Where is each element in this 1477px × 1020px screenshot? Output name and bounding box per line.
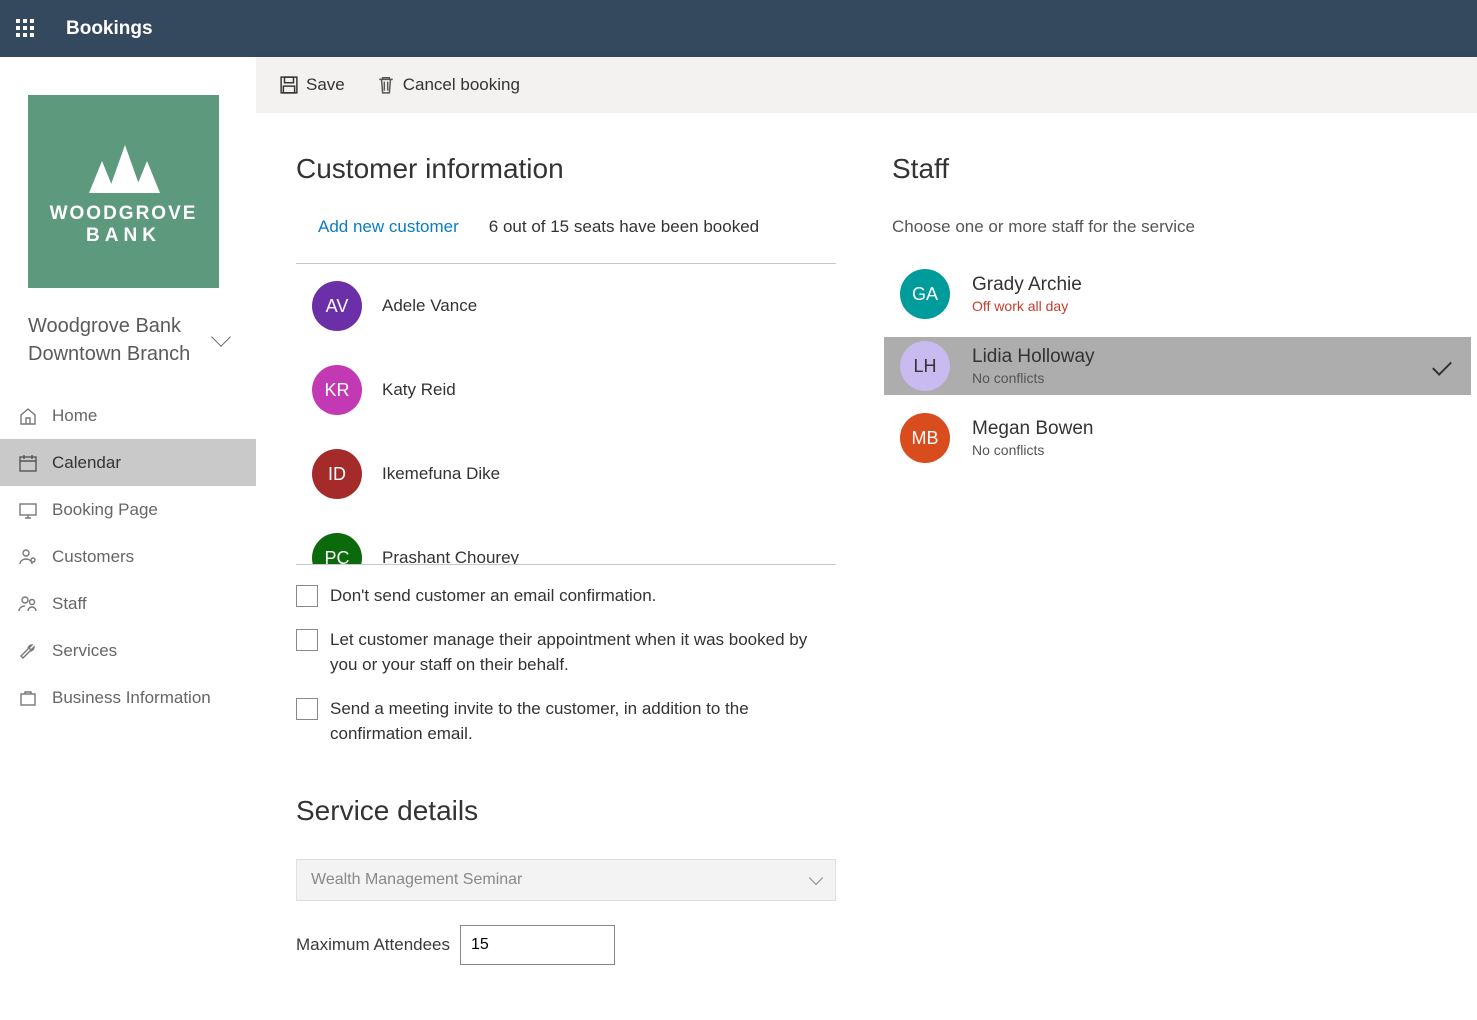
nav-label: Booking Page <box>52 500 158 520</box>
avatar: LH <box>900 341 950 391</box>
staff-hint: Choose one or more staff for the service <box>892 217 1447 237</box>
max-attendees-input[interactable] <box>460 925 615 965</box>
service-selected-value: Wealth Management Seminar <box>311 871 522 889</box>
top-header: Bookings <box>0 0 1477 57</box>
booking-page-icon <box>18 500 38 520</box>
let-manage-label: Let customer manage their appointment wh… <box>330 627 836 678</box>
no-confirmation-label: Don't send customer an email confirmatio… <box>330 583 656 609</box>
service-details-heading: Service details <box>296 795 836 827</box>
nav-calendar[interactable]: Calendar <box>0 439 256 486</box>
customer-name: Ikemefuna Dike <box>382 464 500 484</box>
toolbar: Save Cancel booking <box>256 57 1477 113</box>
customer-name: Katy Reid <box>382 380 456 400</box>
nav-business-information[interactable]: Business Information <box>0 674 256 721</box>
customer-name: Adele Vance <box>382 296 477 316</box>
trees-icon <box>84 137 164 193</box>
business-name: Woodgrove Bank Downtown Branch <box>28 312 190 368</box>
avatar: GA <box>900 269 950 319</box>
customer-name: Prashant Chourey <box>382 548 519 565</box>
nav-label: Calendar <box>52 453 121 473</box>
nav-label: Services <box>52 641 117 661</box>
staff-row[interactable]: LH Lidia HollowayNo conflicts <box>884 337 1471 395</box>
save-icon <box>280 76 298 94</box>
chevron-down-icon <box>211 327 231 347</box>
nav-services[interactable]: Services <box>0 627 256 674</box>
customers-icon <box>18 547 38 567</box>
avatar: ID <box>312 449 362 499</box>
cancel-booking-button[interactable]: Cancel booking <box>377 75 520 95</box>
customer-row[interactable]: PC Prashant Chourey <box>296 516 836 565</box>
avatar: MB <box>900 413 950 463</box>
staff-icon <box>18 594 38 614</box>
customer-list[interactable]: AV Adele Vance KR Katy Reid ID Ikemefuna Dike… <box>296 263 836 565</box>
avatar: KR <box>312 365 362 415</box>
staff-name: Grady Archie <box>972 274 1082 297</box>
staff-status: No conflicts <box>972 442 1093 458</box>
staff-name: Megan Bowen <box>972 418 1093 441</box>
staff-row[interactable]: MB Megan BowenNo conflicts <box>892 409 1447 467</box>
staff-status: No conflicts <box>972 370 1095 386</box>
app-launcher-icon[interactable] <box>16 19 36 39</box>
nav-label: Staff <box>52 594 87 614</box>
max-attendees-label: Maximum Attendees <box>296 935 450 955</box>
nav-label: Customers <box>52 547 134 567</box>
chevron-down-icon <box>809 870 823 884</box>
business-information-icon <box>18 688 38 708</box>
customer-row[interactable]: AV Adele Vance <box>296 264 836 348</box>
staff-name: Lidia Holloway <box>972 346 1095 369</box>
service-select[interactable]: Wealth Management Seminar <box>296 859 836 901</box>
app-title: Bookings <box>66 18 153 40</box>
seats-booked-text: 6 out of 15 seats have been booked <box>489 217 759 237</box>
customer-row[interactable]: ID Ikemefuna Dike <box>296 432 836 516</box>
staff-heading: Staff <box>892 153 1447 185</box>
customer-row[interactable]: KR Katy Reid <box>296 348 836 432</box>
let-manage-checkbox[interactable] <box>296 629 318 651</box>
staff-status: Off work all day <box>972 298 1082 314</box>
add-new-customer-link[interactable]: Add new customer <box>318 217 459 237</box>
staff-row[interactable]: GA Grady ArchieOff work all day <box>892 265 1447 323</box>
main-panel: Save Cancel booking Customer information… <box>256 57 1477 1020</box>
nav-label: Home <box>52 406 97 426</box>
staff-list: GA Grady ArchieOff work all day LH Lidia Ho… <box>892 265 1447 467</box>
trash-icon <box>377 76 395 94</box>
avatar: AV <box>312 281 362 331</box>
services-icon <box>18 641 38 661</box>
send-invite-checkbox[interactable] <box>296 698 318 720</box>
no-confirmation-checkbox[interactable] <box>296 585 318 607</box>
logo-text-2: BANK <box>86 225 161 247</box>
save-button[interactable]: Save <box>280 75 345 95</box>
business-logo: WOODGROVE BANK <box>28 95 219 288</box>
sidebar: WOODGROVE BANK Woodgrove Bank Downtown B… <box>0 57 256 1020</box>
logo-text-1: WOODGROVE <box>50 203 198 225</box>
business-selector[interactable]: Woodgrove Bank Downtown Branch <box>0 312 256 392</box>
nav-home[interactable]: Home <box>0 392 256 439</box>
nav-customers[interactable]: Customers <box>0 533 256 580</box>
send-invite-label: Send a meeting invite to the customer, i… <box>330 696 836 747</box>
check-icon <box>1432 356 1452 376</box>
home-icon <box>18 406 38 426</box>
nav-label: Business Information <box>52 688 211 708</box>
customer-info-heading: Customer information <box>296 153 836 185</box>
calendar-icon <box>18 453 38 473</box>
avatar: PC <box>312 533 362 565</box>
nav-staff[interactable]: Staff <box>0 580 256 627</box>
nav-booking-page[interactable]: Booking Page <box>0 486 256 533</box>
